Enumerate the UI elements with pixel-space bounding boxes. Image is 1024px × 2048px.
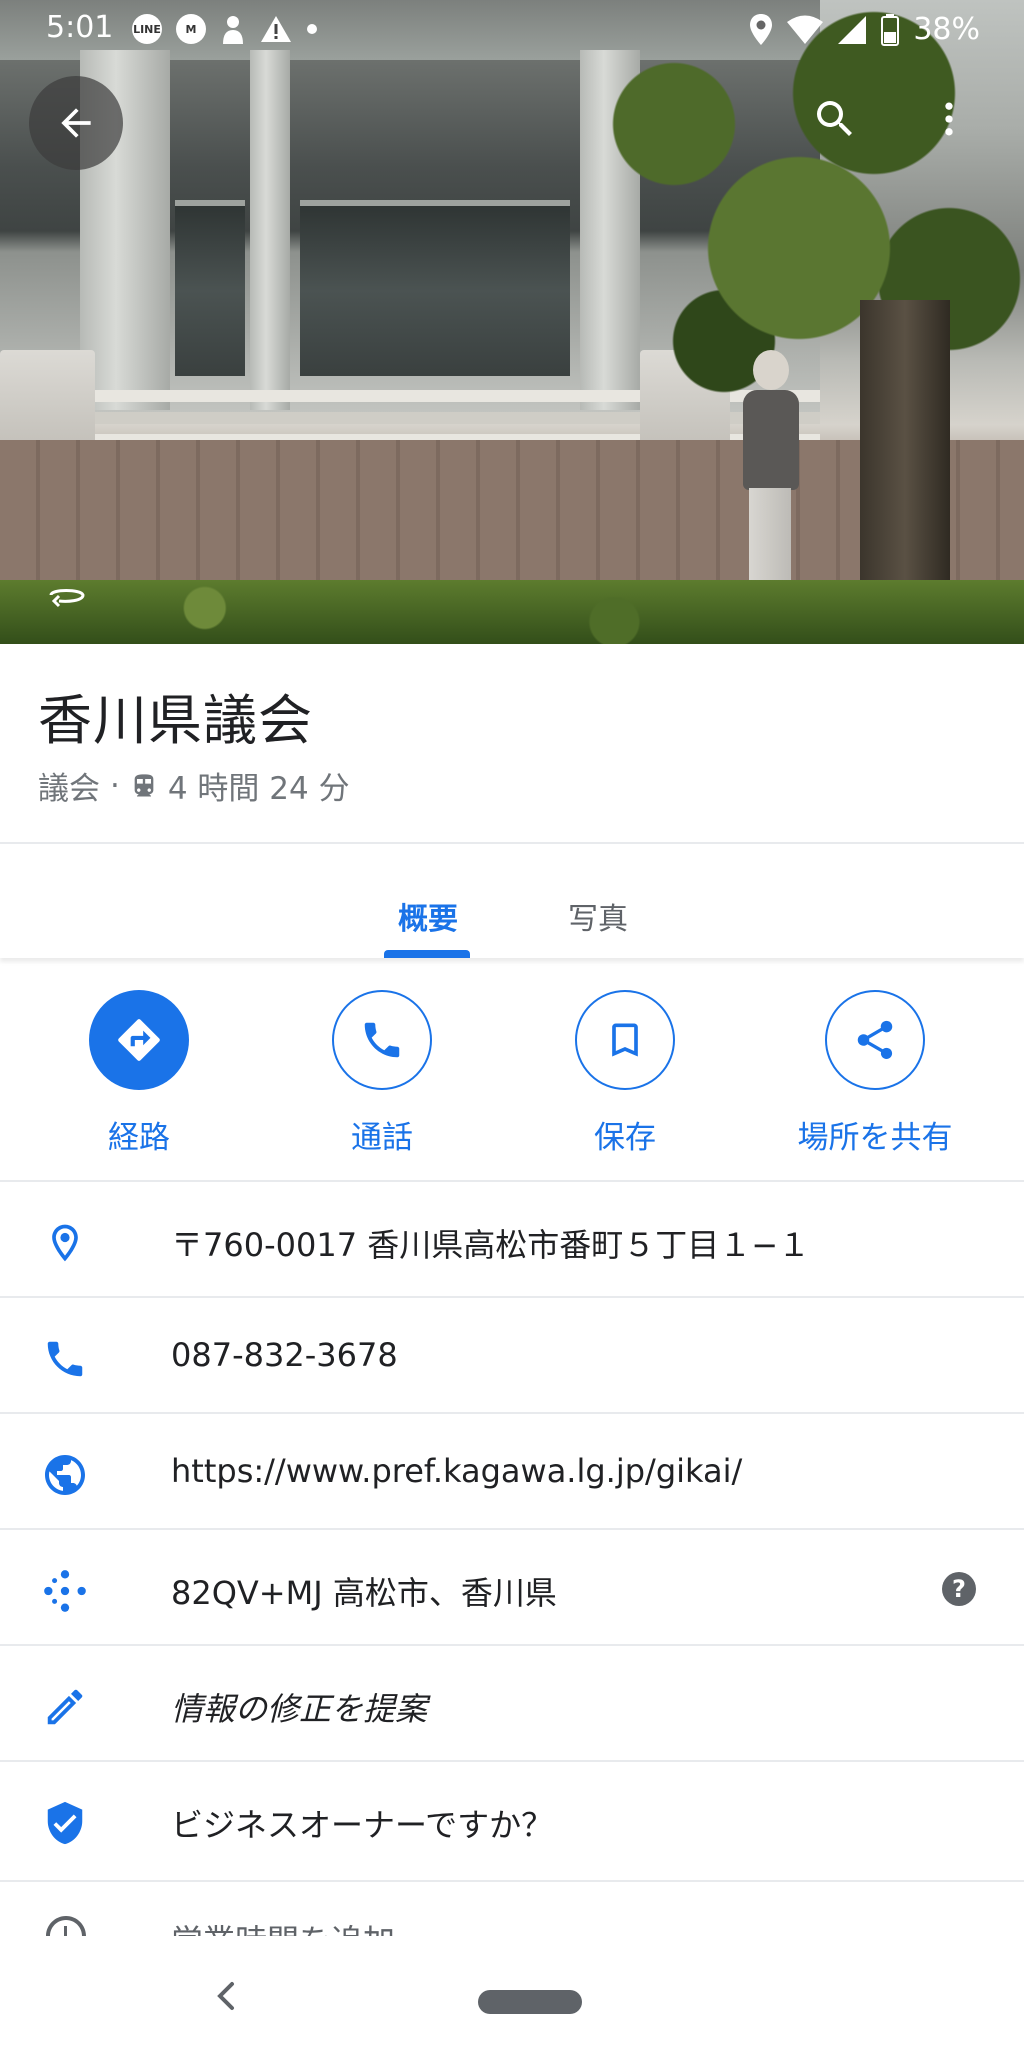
search-button[interactable] [800,84,870,154]
battery-icon [881,13,900,46]
street-view-photo[interactable] [0,0,1024,644]
plus-code-row[interactable]: 82QV+MJ 高松市、香川県 ? [0,1528,1024,1646]
pencil-icon [47,1689,83,1725]
call-label: 通話 [351,1120,413,1156]
transit-time: 4 時間 24 分 [167,771,350,807]
search-icon [817,101,852,136]
help-icon[interactable]: ? [942,1572,976,1606]
phone-text: 087-832-3678 [171,1336,398,1374]
bookmark-icon [612,1023,638,1057]
tab-photos[interactable]: 写真 [568,894,628,938]
train-icon [134,773,154,796]
suggest-edit-row[interactable]: 情報の修正を提案 [0,1644,1024,1762]
signal-icon [838,15,867,44]
clock-icon [46,1916,86,1938]
directions-label: 経路 [108,1120,170,1156]
person [735,350,805,610]
nav-home-pill[interactable] [478,1990,582,2014]
website-row[interactable]: https://www.pref.kagawa.lg.jp/gikai/ [0,1412,1024,1530]
warning-icon [261,16,291,42]
directions-button[interactable]: 経路 [39,990,239,1157]
m-icon: M [176,14,206,44]
location-icon [750,13,773,45]
plus-code-icon [44,1570,86,1612]
dot-icon [307,24,317,34]
360-rotate-icon[interactable] [45,580,89,610]
plus-code-text: 82QV+MJ 高松市、香川県 [171,1574,557,1612]
business-owner-row[interactable]: ビジネスオーナーですか？ [0,1760,1024,1878]
tab-bar: 概要 写真 [0,846,1024,958]
add-hours-text: 営業時間を追加 [171,1916,395,1938]
website-text: https://www.pref.kagawa.lg.jp/gikai/ [171,1452,743,1490]
business-owner-text: ビジネスオーナーですか？ [171,1806,554,1844]
nav-back-icon[interactable] [210,1976,240,2016]
battery-percent: 38% [913,12,980,47]
phone-icon [47,1341,83,1377]
status-time: 5:01 [46,10,114,45]
phone-row[interactable]: 087-832-3678 [0,1296,1024,1414]
suggest-edit-text: 情報の修正を提案 [171,1690,428,1728]
verified-shield-icon [47,1801,83,1845]
add-hours-row[interactable]: 営業時間を追加 [0,1880,1024,1938]
address-row[interactable]: 〒760-0017 香川県高松市番町５丁目１−１ [0,1180,1024,1298]
directions-icon [118,1019,160,1061]
more-options-button[interactable] [914,84,984,154]
save-label: 保存 [594,1120,656,1156]
back-button[interactable] [29,76,123,170]
share-label: 場所を共有 [797,1120,953,1156]
share-button[interactable]: 場所を共有 [775,990,975,1157]
place-title: 香川県議会 [38,689,313,752]
hedge [0,580,1024,644]
save-button[interactable]: 保存 [525,990,725,1157]
globe-icon [45,1455,85,1495]
place-subtitle: 議会 · 4 時間 24 分 [38,763,350,808]
person-icon [223,16,243,44]
more-vert-icon [945,102,953,136]
tab-overview[interactable]: 概要 [398,894,458,938]
line-icon: LINE [132,14,162,44]
call-button[interactable]: 通話 [282,990,482,1157]
address-text: 〒760-0017 香川県高松市番町５丁目１−１ [171,1226,811,1264]
wifi-icon [787,15,824,44]
arrow-back-icon [61,108,91,138]
phone-icon [364,1022,400,1058]
system-nav-bar [0,1936,1024,2048]
separator: · [110,767,120,804]
location-pin-icon [52,1224,78,1262]
share-icon [857,1020,893,1060]
tab-indicator [384,950,470,958]
place-category: 議会 [38,771,100,807]
status-bar: 5:01 LINE M 38% [0,0,1024,58]
